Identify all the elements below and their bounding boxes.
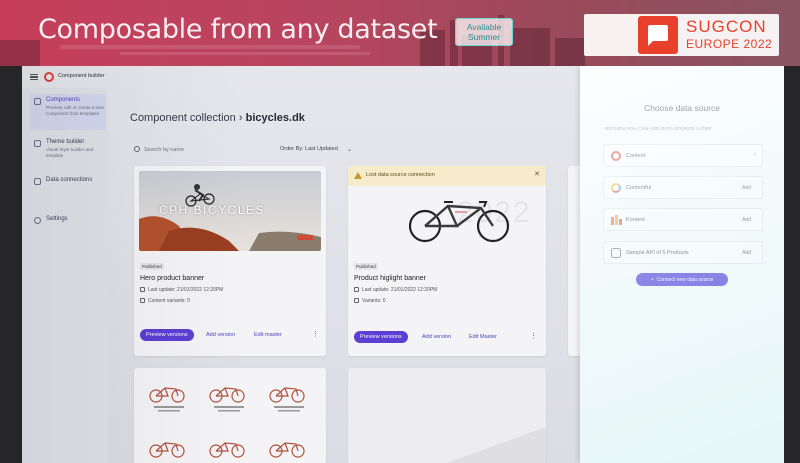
- component-card-bicycle-grid[interactable]: [134, 368, 326, 463]
- plus-icon: +: [650, 276, 654, 283]
- card-placeholder-shape: [428, 428, 546, 463]
- source-row-sample-api[interactable]: Sample API of 5 Products Add: [603, 241, 763, 264]
- sidebar-item-components[interactable]: Components Preview, edit or create a new…: [30, 94, 106, 130]
- bicycle-svg: [408, 201, 510, 243]
- add-source-button[interactable]: Add: [739, 249, 754, 257]
- database-icon: [34, 178, 41, 185]
- card-updated: Last update: 21/01/2022 12:20PM: [354, 287, 437, 293]
- layers-icon: [140, 298, 145, 303]
- search-input[interactable]: [144, 144, 264, 155]
- source-name: Contentful: [626, 185, 652, 191]
- clock-icon: [140, 287, 145, 292]
- clock-icon: [354, 287, 359, 292]
- status-badge: Published: [140, 263, 164, 270]
- connect-data-source-button[interactable]: + Connect new data source: [636, 273, 728, 286]
- sidebar-item-label: Components: [46, 97, 81, 103]
- app-name: Component builder: [58, 73, 105, 79]
- warning-icon: [354, 172, 362, 179]
- breadcrumb: Component collection › bicycles.dk: [130, 112, 305, 124]
- card-variants: Content variants: 0: [140, 298, 190, 304]
- add-source-button[interactable]: Add: [739, 184, 754, 192]
- hero-banner-text: CPH BICYCLES: [159, 203, 266, 217]
- search-icon: [134, 146, 140, 152]
- edit-master-button[interactable]: Edit Master: [469, 334, 497, 340]
- app-logo-icon: [44, 72, 54, 82]
- panel-note: RETURN YOU CAN ADD DATA SOURCE LATER: [605, 126, 712, 131]
- badge-line-1: Available: [466, 22, 502, 32]
- component-card-blank[interactable]: [348, 368, 546, 463]
- menu-icon[interactable]: [30, 74, 38, 80]
- kontent-logo-icon: [611, 215, 622, 225]
- source-row-kontent[interactable]: Kontent Add: [603, 208, 763, 231]
- warning-bar: Lost data source connection ✕: [348, 166, 546, 186]
- bicycle-grid-svg: [149, 387, 305, 458]
- preview-versions-button[interactable]: Preview versions: [140, 329, 194, 341]
- sidebar-item-label: Theme builder: [46, 139, 85, 145]
- card-updated-text: Last update: 21/01/2022 12:20PM: [362, 287, 438, 293]
- data-source-panel: Choose data source RETURN YOU CAN ADD DA…: [580, 66, 784, 463]
- warning-text: Lost data source connection: [366, 172, 435, 178]
- add-version-button[interactable]: Add version: [206, 332, 235, 338]
- component-card-highlight[interactable]: Lost data source connection ✕ 2022 Publi…: [348, 166, 546, 356]
- app-header: Component builder: [22, 66, 582, 88]
- chevron-right-icon[interactable]: ›: [754, 152, 756, 158]
- puzzle-icon: [34, 98, 41, 105]
- layers-icon: [354, 298, 359, 303]
- preview-versions-button[interactable]: Preview versions: [354, 331, 408, 343]
- close-icon[interactable]: ✕: [534, 170, 540, 178]
- hero-banner-image: CPH BICYCLES: [139, 171, 321, 251]
- badge-line-2: Summer: [467, 32, 501, 42]
- source-row-contentful[interactable]: Contentful Add: [603, 176, 763, 199]
- database-icon: [611, 248, 621, 258]
- edit-master-button[interactable]: Edit master: [254, 332, 282, 338]
- card-updated: Last update: 21/01/2022 12:20PM: [140, 287, 223, 293]
- source-row-content[interactable]: Content ›: [603, 144, 763, 167]
- sidebar-item-desc: Preview, edit or create a new component …: [46, 105, 104, 116]
- breadcrumb-current: bicycles.dk: [245, 112, 305, 124]
- chevron-down-icon[interactable]: ⌄: [347, 146, 352, 153]
- sugcon-logo-icon: [638, 16, 678, 54]
- status-badge: Published: [354, 263, 378, 270]
- slide-banner: Composable from any dataset Available Su…: [0, 0, 800, 66]
- search-box: [130, 144, 270, 155]
- add-version-button[interactable]: Add version: [422, 334, 451, 340]
- add-source-button[interactable]: Add: [739, 216, 754, 224]
- sidebar-item-data-connections[interactable]: Data connections: [30, 174, 106, 188]
- sugcon-logo-name: SUGCON: [686, 17, 767, 36]
- card-title: Hero product banner: [140, 275, 205, 282]
- card-title: Product higlight banner: [354, 275, 426, 282]
- more-options-icon[interactable]: ⋮: [312, 330, 319, 338]
- source-name: Content: [626, 153, 646, 159]
- contentful-logo-icon: [611, 183, 621, 193]
- order-by-select[interactable]: Order By: Last Updated: [280, 146, 338, 152]
- palette-icon: [34, 140, 41, 147]
- availability-badge: Available Summer: [455, 18, 513, 46]
- card-variants-text: Variants: 0: [362, 298, 386, 304]
- sugcon-logo-sub: EUROPE 2022: [686, 37, 773, 51]
- panel-title: Choose data source: [643, 103, 721, 113]
- sidebar: Components Preview, edit or create a new…: [22, 88, 108, 463]
- sidebar-item-theme-builder[interactable]: Theme builder Visual Style builder and t…: [30, 136, 106, 164]
- source-name: Sample API of 5 Products: [626, 250, 689, 256]
- product-image: 2022: [353, 188, 541, 256]
- sidebar-item-label: Data connections: [46, 177, 93, 183]
- gear-icon: [34, 217, 41, 224]
- connect-button-label: Connect new data source: [656, 276, 714, 283]
- content-logo-icon: [611, 151, 621, 161]
- more-options-icon[interactable]: ⋮: [530, 332, 537, 340]
- breadcrumb-root[interactable]: Component collection: [130, 112, 236, 124]
- sidebar-item-settings[interactable]: Settings: [30, 213, 106, 227]
- sidebar-item-desc: Visual Style builder and template: [46, 147, 93, 158]
- source-name: Kontent: [626, 217, 645, 223]
- projected-screen: Component builder Components Preview, ed…: [22, 66, 784, 463]
- breadcrumb-separator: ›: [238, 112, 243, 124]
- slide-title: Composable from any dataset: [38, 14, 438, 45]
- component-card-hero[interactable]: CPH BICYCLES Published Hero product bann…: [134, 166, 326, 356]
- card-updated-text: Last update: 21/01/2022 12:20PM: [148, 287, 224, 293]
- card-variants-text: Content variants: 0: [148, 298, 190, 304]
- sidebar-item-label: Settings: [46, 216, 68, 222]
- card-variants: Variants: 0: [354, 298, 386, 304]
